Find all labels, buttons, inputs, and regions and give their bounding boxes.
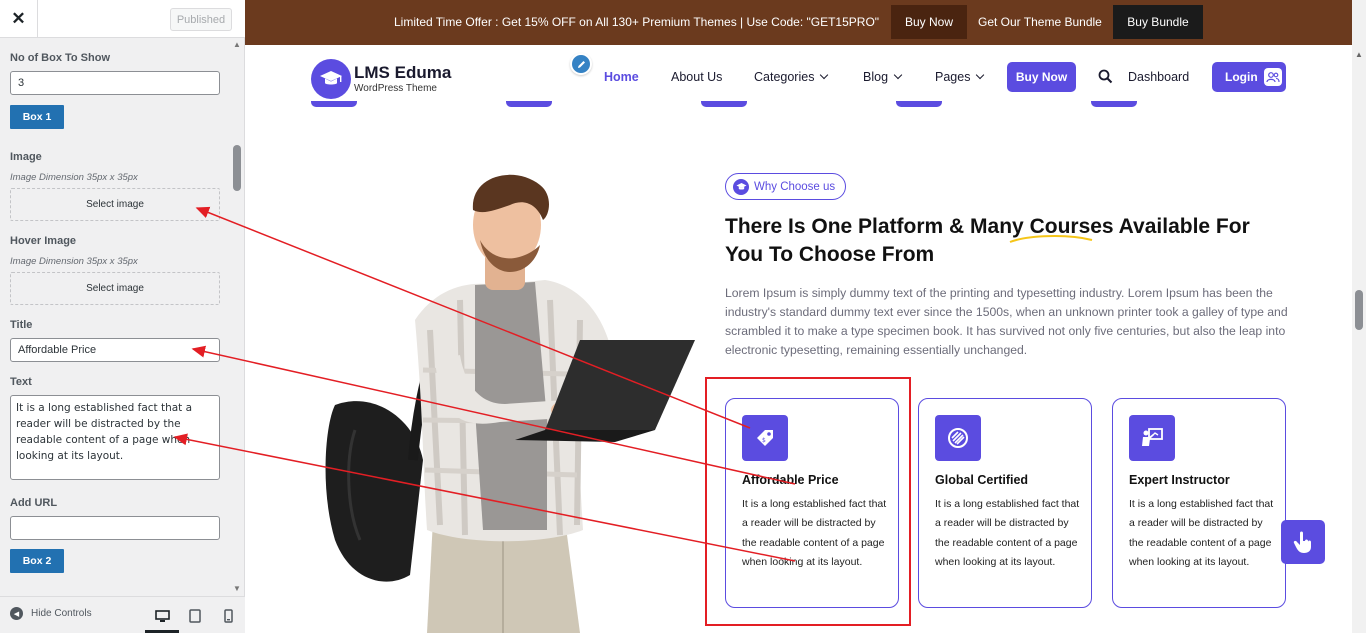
sidebar-scrollbar[interactable]: ▲ ▼ — [230, 38, 244, 596]
feature-card[interactable]: Expert Instructor It is a long establish… — [1112, 398, 1286, 608]
nav-dashboard-label: Dashboard — [1128, 70, 1190, 84]
card-title: Global Certified — [935, 473, 1029, 487]
section-edge-shape — [1091, 101, 1137, 107]
customizer-sidebar: ✕ Published No of Box To Show 3 Box 1 Im… — [0, 0, 245, 633]
logo-title[interactable]: LMS Eduma — [354, 63, 451, 83]
card-title: Expert Instructor — [1129, 473, 1230, 487]
add-url-input[interactable] — [10, 516, 220, 540]
nav-home-label: Home — [604, 70, 639, 84]
customizer-controls: No of Box To Show 3 Box 1 Image Image Di… — [0, 38, 230, 596]
offer-bar: Limited Time Offer : Get 15% OFF on All … — [245, 0, 1366, 45]
select-hover-image-button[interactable]: Select image — [10, 272, 220, 305]
site-preview: Limited Time Offer : Get 15% OFF on All … — [245, 0, 1366, 633]
hand-pointer-icon[interactable] — [1281, 520, 1325, 564]
section-edge-shape — [701, 101, 747, 107]
chevron-down-icon — [976, 70, 985, 80]
badge-label: Why Choose us — [754, 180, 836, 193]
login-button[interactable]: Login — [1212, 62, 1286, 92]
buy-bundle-button[interactable]: Buy Bundle — [1113, 5, 1203, 39]
image-label: Image — [10, 151, 42, 163]
nav-about-us[interactable]: About Us — [671, 70, 722, 84]
customizer-footer: ◀ Hide Controls — [0, 596, 245, 633]
nav-blog-label: Blog — [863, 70, 889, 84]
text-label: Text — [10, 376, 32, 388]
mobile-preview-icon[interactable] — [220, 608, 236, 624]
collapse-icon: ◀ — [10, 607, 23, 620]
pencil-icon[interactable] — [570, 53, 592, 75]
svg-text:$: $ — [762, 437, 766, 444]
nav-categories-label: Categories — [754, 70, 815, 84]
instructor-icon — [1129, 415, 1175, 461]
feature-card[interactable]: $ Affordable Price It is a long establis… — [725, 398, 899, 608]
student-with-laptop-image — [325, 174, 695, 633]
customizer-header: ✕ Published — [0, 0, 245, 38]
nav-dashboard[interactable]: Dashboard — [1128, 70, 1189, 84]
section-edge-shape — [506, 101, 552, 107]
tablet-preview-icon[interactable] — [187, 608, 203, 624]
search-icon[interactable] — [1098, 69, 1113, 84]
published-button[interactable]: Published — [170, 8, 232, 31]
login-label: Login — [1225, 70, 1258, 84]
card-title: Affordable Price — [742, 473, 839, 487]
feature-card[interactable]: Global Certified It is a long establishe… — [918, 398, 1092, 608]
text-textarea[interactable]: It is a long established fact that a rea… — [10, 395, 220, 480]
chevron-down-icon — [893, 70, 903, 80]
title-input[interactable]: Affordable Price — [10, 338, 220, 362]
section-edge-shape — [311, 101, 357, 107]
offer-text: Limited Time Offer : Get 15% OFF on All … — [394, 15, 880, 29]
card-text: It is a long established fact that a rea… — [1129, 498, 1274, 568]
users-icon — [1263, 68, 1282, 86]
why-choose-us-badge: Why Choose us — [725, 173, 847, 200]
offer-buy-now-button[interactable]: Buy Now — [891, 5, 967, 39]
heading-underline-decoration — [1009, 235, 1093, 243]
close-icon[interactable]: ✕ — [0, 0, 38, 38]
hover-image-label: Hover Image — [10, 235, 77, 247]
main-navigation: LMS Eduma WordPress Theme Home About Us … — [245, 45, 1366, 107]
nav-about-label: About Us — [671, 70, 723, 84]
preview-scroll-thumb[interactable] — [1355, 290, 1363, 330]
section-paragraph: Lorem Ipsum is simply dummy text of the … — [725, 286, 1288, 357]
hide-controls-label: Hide Controls — [31, 608, 92, 619]
logo-subtitle: WordPress Theme — [354, 83, 437, 94]
select-image-button[interactable]: Select image — [10, 188, 220, 221]
no-of-box-label: No of Box To Show — [10, 52, 111, 64]
nav-buy-now-button[interactable]: Buy Now — [1007, 62, 1076, 92]
desktop-preview-icon[interactable] — [154, 608, 170, 624]
nav-pages[interactable]: Pages — [935, 70, 985, 84]
section-heading: There Is One Platform & Many Courses Ava… — [725, 215, 1250, 266]
box-1-button[interactable]: Box 1 — [10, 105, 64, 129]
title-label: Title — [10, 319, 33, 331]
graduation-cap-icon — [733, 178, 749, 195]
section-edge-shape — [896, 101, 942, 107]
no-of-box-input[interactable]: 3 — [10, 71, 220, 95]
card-text: It is a long established fact that a rea… — [742, 498, 887, 568]
box-2-button[interactable]: Box 2 — [10, 549, 64, 573]
certificate-icon — [935, 415, 981, 461]
price-tag-icon: $ — [742, 415, 788, 461]
image-dimension-note: Image Dimension 35px x 35px — [10, 172, 138, 183]
add-url-label: Add URL — [10, 497, 58, 509]
scroll-up-icon[interactable]: ▲ — [1355, 50, 1363, 59]
nav-blog[interactable]: Blog — [863, 70, 903, 84]
nav-home[interactable]: Home — [604, 70, 639, 84]
scroll-down-icon[interactable]: ▼ — [233, 584, 241, 593]
preview-scrollbar[interactable]: ▲ — [1352, 0, 1366, 633]
hide-controls-button[interactable]: ◀ Hide Controls — [10, 607, 92, 620]
card-text: It is a long established fact that a rea… — [935, 498, 1080, 568]
nav-pages-label: Pages — [935, 70, 971, 84]
chevron-down-icon — [820, 70, 829, 80]
hover-image-dimension-note: Image Dimension 35px x 35px — [10, 256, 138, 267]
scroll-up-icon[interactable]: ▲ — [233, 40, 241, 49]
sidebar-scroll-thumb[interactable] — [233, 145, 241, 191]
bundle-link[interactable]: Get Our Theme Bundle — [978, 15, 1102, 29]
graduation-cap-icon[interactable] — [311, 59, 351, 99]
nav-categories[interactable]: Categories — [754, 70, 829, 84]
